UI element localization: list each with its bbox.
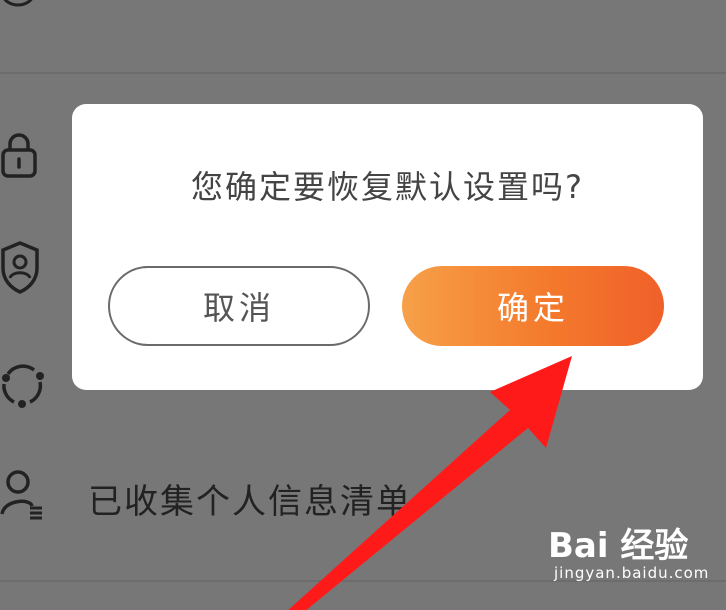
watermark-logo: Bai 经验 — [548, 526, 689, 566]
baidu-jingyan-watermark: Bai 经验 jingyan.baidu.com — [548, 528, 709, 582]
annotation-arrow-icon — [288, 356, 572, 610]
watermark-url: jingyan.baidu.com — [554, 564, 710, 582]
